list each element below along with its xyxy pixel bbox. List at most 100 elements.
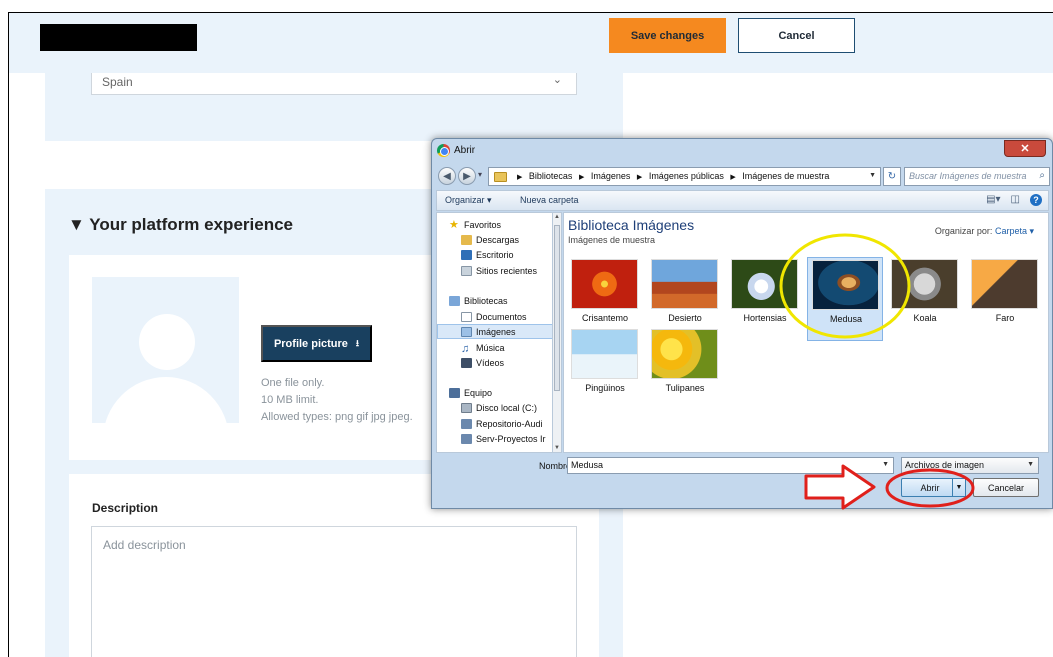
redacted-logo	[40, 24, 197, 51]
desert-image	[651, 259, 718, 309]
nav-label: Documentos	[476, 311, 527, 322]
nav-documentos[interactable]: Documentos	[437, 309, 552, 324]
nav-repositorio[interactable]: Repositorio-Audi	[437, 416, 552, 431]
address-dropdown-icon[interactable]: ▼	[869, 172, 876, 179]
breadcrumb-chevron-icon: ▶	[578, 174, 585, 181]
penguins-image	[571, 329, 638, 379]
nav-label: Escritorio	[476, 249, 514, 260]
tulips-image	[651, 329, 718, 379]
refresh-icon: ↻	[887, 171, 897, 182]
new-folder-button[interactable]: Nueva carpeta	[520, 195, 579, 205]
star-icon: ★	[449, 219, 459, 231]
file-name: Faro	[995, 313, 1015, 323]
organize-by-label: Organizar por:	[934, 226, 993, 236]
top-action-bar: Save changes Cancel	[9, 13, 1053, 73]
view-controls: ▤▾ ◫ ?	[986, 194, 1042, 206]
dialog-titlebar[interactable]: Abrir ✕	[432, 139, 1052, 163]
nav-videos[interactable]: Vídeos	[437, 355, 552, 370]
file-thumbnail-faro[interactable]: Faro	[967, 259, 1043, 343]
profile-picture-button[interactable]: Profile picture ⭳	[261, 325, 372, 362]
file-name: Desierto	[668, 313, 702, 323]
filename-value: Medusa	[571, 460, 604, 470]
search-placeholder: Buscar Imágenes de muestra	[909, 171, 1027, 181]
images-library-icon	[461, 326, 472, 337]
close-button[interactable]: ✕	[1004, 140, 1046, 157]
nav-label: Imágenes	[476, 326, 516, 337]
country-select[interactable]: Spain ⌄	[91, 73, 577, 95]
nav-favoritos[interactable]: ★ Favoritos	[437, 217, 552, 232]
nav-descargas[interactable]: Descargas	[437, 232, 552, 247]
library-title: Biblioteca Imágenes	[568, 217, 695, 233]
search-input[interactable]: Buscar Imágenes de muestra ⌕	[904, 167, 1050, 186]
view-mode-icon[interactable]: ▤▾	[986, 194, 1000, 206]
file-name: Crisantemo	[581, 313, 628, 323]
network-drive-icon	[461, 418, 472, 429]
file-list-pane: Biblioteca Imágenes Imágenes de muestra …	[563, 212, 1049, 453]
file-thumbnail-hortensias[interactable]: Hortensias	[727, 259, 803, 343]
country-section: Spain ⌄	[45, 73, 623, 141]
filetype-value: Archivos de imagen	[905, 460, 985, 470]
dialog-cancel-button[interactable]: Cancelar	[973, 478, 1039, 497]
nav-label: Bibliotecas	[464, 295, 508, 306]
open-options-button[interactable]: ▼	[952, 478, 966, 497]
open-button[interactable]: Abrir	[901, 478, 959, 497]
dialog-toolbar: Organizar ▾ Nueva carpeta ▤▾ ◫ ?	[436, 190, 1049, 211]
scroll-up-icon[interactable]: ▲	[554, 214, 560, 220]
address-bar[interactable]: ▶ Bibliotecas ▶ Imágenes ▶ Imágenes públ…	[488, 167, 881, 186]
organize-by-dropdown[interactable]: Carpeta ▾	[995, 226, 1034, 236]
desktop-icon	[461, 249, 472, 260]
organize-by: Organizar por: Carpeta ▾	[935, 226, 1034, 237]
file-thumbnail-pinguinos[interactable]: Pingüinos	[567, 329, 643, 413]
chevron-down-icon: ⌄	[552, 74, 562, 86]
nav-disco-local[interactable]: Disco local (C:)	[437, 400, 552, 415]
organize-menu[interactable]: Organizar ▾	[445, 195, 492, 206]
library-subtitle: Imágenes de muestra	[568, 235, 656, 245]
help-icon[interactable]: ?	[1030, 194, 1042, 206]
section-heading[interactable]: ▼ Your platform experience	[68, 215, 293, 235]
cancel-button[interactable]: Cancel	[738, 18, 855, 53]
breadcrumb-bibliotecas[interactable]: Bibliotecas	[529, 171, 573, 181]
nav-serv-proyectos[interactable]: Serv-Proyectos Ir	[437, 431, 552, 446]
scrollbar-thumb[interactable]	[554, 225, 560, 391]
nav-musica[interactable]: ♫ Música	[437, 340, 552, 355]
filename-input[interactable]: Medusa ▼	[567, 457, 894, 474]
avatar-head-shape	[139, 314, 195, 370]
nav-bibliotecas[interactable]: Bibliotecas	[437, 293, 552, 308]
file-thumbnail-tulipanes[interactable]: Tulipanes	[647, 329, 723, 413]
forward-button[interactable]: ▶	[458, 167, 476, 185]
nav-label: Repositorio-Audi	[476, 418, 543, 429]
hydrangeas-image	[731, 259, 798, 309]
save-changes-button[interactable]: Save changes	[609, 18, 726, 53]
back-button[interactable]: ◀	[438, 167, 456, 185]
filename-dropdown-icon[interactable]: ▼	[882, 461, 889, 468]
scroll-down-icon[interactable]: ▼	[554, 445, 560, 451]
nav-equipo[interactable]: Equipo	[437, 385, 552, 400]
breadcrumb-imagenes-de-muestra[interactable]: Imágenes de muestra	[742, 171, 829, 181]
preview-pane-icon[interactable]: ◫	[1011, 194, 1020, 206]
file-thumbnail-medusa[interactable]: Medusa	[807, 257, 883, 341]
upload-icon: ⭳	[355, 337, 360, 348]
file-thumbnail-koala[interactable]: Koala	[887, 259, 963, 343]
refresh-button[interactable]: ↻	[883, 167, 901, 186]
breadcrumb-imagenes[interactable]: Imágenes	[591, 171, 631, 181]
recent-places-icon	[461, 265, 472, 276]
filetype-select[interactable]: Archivos de imagen ▼	[901, 457, 1039, 474]
history-dropdown-icon[interactable]: ▾	[478, 170, 482, 179]
search-icon[interactable]: ⌕	[1039, 170, 1045, 181]
videos-icon	[461, 357, 472, 368]
nav-sitios-recientes[interactable]: Sitios recientes	[437, 263, 552, 278]
hint-one-file: One file only.	[261, 377, 325, 389]
nav-imagenes[interactable]: Imágenes	[437, 324, 552, 339]
folder-icon	[494, 172, 507, 182]
nav-escritorio[interactable]: Escritorio	[437, 247, 552, 262]
file-name: Koala	[913, 313, 937, 323]
documents-icon	[461, 311, 472, 322]
dialog-title: Abrir	[454, 145, 476, 156]
breadcrumb-imagenes-publicas[interactable]: Imágenes públicas	[649, 171, 724, 181]
breadcrumb-chevron-icon: ▶	[636, 174, 643, 181]
description-textarea[interactable]: Add description	[91, 526, 577, 657]
file-name: Hortensias	[743, 313, 787, 323]
breadcrumb-chevron-icon: ▶	[730, 174, 736, 181]
navigation-scrollbar[interactable]: ▲ ▼	[552, 212, 562, 453]
nav-label: Disco local (C:)	[476, 402, 538, 413]
